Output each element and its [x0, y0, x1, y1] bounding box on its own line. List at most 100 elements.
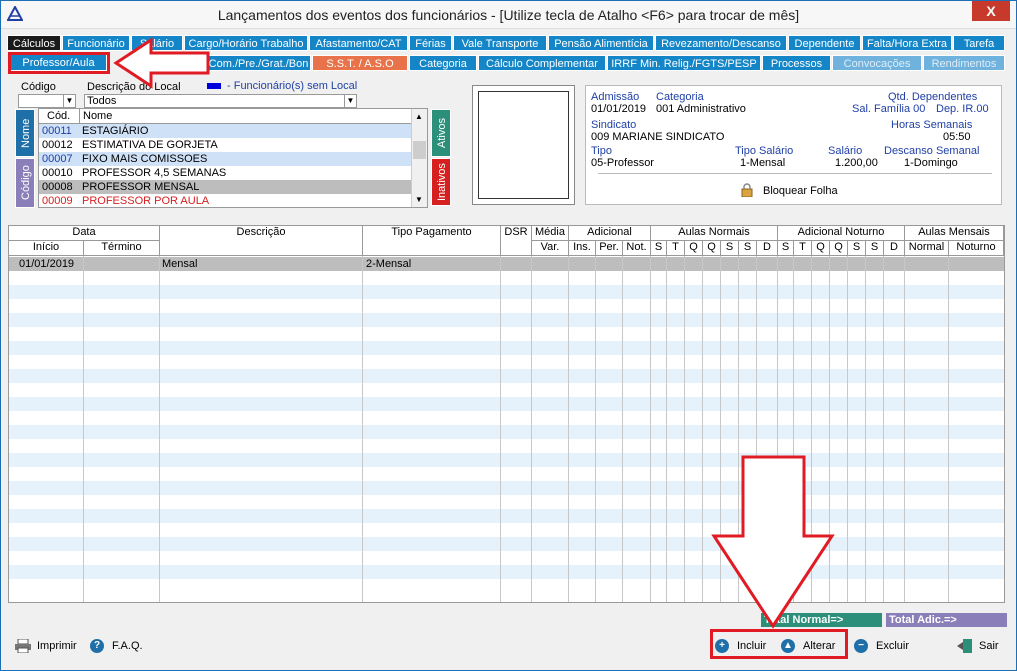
- tab-pensao[interactable]: Pensão Alimentícia: [548, 35, 654, 51]
- header-day-aulas-normais: S: [739, 241, 757, 256]
- tab-categoria[interactable]: Categoria: [409, 55, 477, 71]
- header-day-aulas-normais: Q: [685, 241, 703, 256]
- header-normal: Normal: [905, 241, 949, 256]
- printer-icon: [15, 638, 31, 654]
- header-day-aulas-normais: Q: [703, 241, 721, 256]
- window-title: Lançamentos dos eventos dos funcionários…: [217, 7, 800, 23]
- list-item[interactable]: 00011 ESTAGIÁRIO: [39, 124, 427, 138]
- header-noturno: Noturno: [949, 241, 1004, 256]
- header-day-adicional-noturno: Q: [830, 241, 848, 256]
- header-day-adicional-noturno: T: [794, 241, 812, 256]
- cell-descricao: Mensal: [162, 258, 198, 270]
- tab-afastamento[interactable]: Afastamento/CAT: [309, 35, 408, 51]
- tab-sst-aso[interactable]: S.S.T. / A.S.O: [312, 55, 408, 71]
- minus-icon: −: [854, 639, 868, 654]
- imprimir-button[interactable]: Imprimir: [15, 637, 77, 655]
- exit-door-icon: [957, 639, 972, 654]
- column-divider: [83, 256, 84, 602]
- tab-ferias[interactable]: Férias: [409, 35, 452, 51]
- column-divider: [702, 256, 703, 602]
- column-divider: [362, 256, 363, 602]
- salario-value: 1.200,00: [835, 157, 878, 169]
- excluir-button[interactable]: − Excluir: [854, 637, 909, 655]
- tab-convocacoes[interactable]: Convocações: [832, 55, 922, 71]
- tab-vale-transporte[interactable]: Vale Transporte: [453, 35, 547, 51]
- tab-dependente[interactable]: Dependente: [788, 35, 861, 51]
- list-scrollbar[interactable]: ▲ ▼: [411, 109, 427, 207]
- column-divider: [500, 256, 501, 602]
- sal-familia: Sal. Família 00: [852, 103, 926, 115]
- horas-semanais-label: Horas Semanais: [891, 119, 973, 131]
- list-item-selected[interactable]: 00008 PROFESSOR MENSAL: [39, 180, 427, 194]
- list-item[interactable]: 00012 ESTIMATIVA DE GORJETA: [39, 138, 427, 152]
- header-inicio: Início: [9, 241, 84, 256]
- header-per: Per.: [596, 241, 623, 256]
- column-divider: [865, 256, 866, 602]
- column-divider: [883, 256, 884, 602]
- descanso-semanal-label: Descanso Semanal: [884, 145, 980, 157]
- main-window: Lançamentos dos eventos dos funcionários…: [0, 0, 1017, 671]
- down-arrow-annotation-icon: [711, 455, 835, 629]
- total-adicional: Total Adic.=>: [886, 613, 1007, 627]
- chevron-down-icon[interactable]: ▼: [415, 195, 423, 204]
- chevron-up-icon[interactable]: ▲: [415, 112, 423, 121]
- list-item[interactable]: 00007 FIXO MAIS COMISSOES: [39, 152, 427, 166]
- help-icon: ?: [90, 639, 104, 654]
- chevron-down-icon: ▼: [344, 95, 356, 107]
- tab-calculos[interactable]: Cálculos: [7, 35, 61, 51]
- bloquear-folha-button[interactable]: Bloquear Folha: [763, 185, 838, 197]
- header-day-adicional-noturno: Q: [812, 241, 830, 256]
- side-tab-codigo[interactable]: Código: [15, 158, 35, 208]
- tab-falta-hora-extra[interactable]: Falta/Hora Extra: [862, 35, 952, 51]
- list-item[interactable]: 00009 PROFESSOR POR AULA: [39, 194, 427, 207]
- scroll-thumb[interactable]: [413, 141, 426, 159]
- tab-irrf-fgts[interactable]: IRRF Min. Relig./FGTS/PESP: [607, 55, 761, 71]
- header-adicional: Adicional: [569, 226, 651, 241]
- list-item[interactable]: 00010 PROFESSOR 4,5 SEMANAS: [39, 166, 427, 180]
- codigo-combo[interactable]: ▼: [18, 94, 76, 108]
- descricao-local-combo[interactable]: Todos ▼: [84, 94, 357, 108]
- header-not: Not.: [623, 241, 651, 256]
- tab-calculo-complementar[interactable]: Cálculo Complementar: [478, 55, 606, 71]
- employee-list-header: Cód. Nome: [39, 109, 427, 124]
- tab-rendimentos[interactable]: Rendimentos: [923, 55, 1005, 71]
- column-divider: [568, 256, 569, 602]
- chevron-down-icon: ▼: [63, 95, 75, 107]
- sindicato-label: Sindicato: [591, 119, 637, 131]
- employee-list[interactable]: Cód. Nome 00011 ESTAGIÁRIO 00012 ESTIMATIV…: [38, 108, 428, 208]
- highlight-box-incluir-alterar: [710, 629, 848, 659]
- col-nome-header: Nome: [83, 110, 113, 122]
- admissao-value: 01/01/2019: [591, 103, 647, 115]
- column-divider: [847, 256, 848, 602]
- descricao-local-value: Todos: [87, 95, 117, 107]
- cell-tipo-pagamento: 2-Mensal: [366, 258, 412, 270]
- descanso-semanal-value: 1-Domingo: [904, 157, 958, 169]
- header-descricao: Descrição: [160, 226, 363, 256]
- salario-label: Salário: [828, 145, 863, 157]
- side-tab-nome[interactable]: Nome: [15, 109, 35, 157]
- side-tab-inativos[interactable]: Inativos: [431, 158, 451, 206]
- faq-button[interactable]: ? F.A.Q.: [90, 637, 143, 655]
- header-media: Média: [532, 226, 569, 241]
- column-divider: [159, 256, 160, 602]
- close-button[interactable]: X: [972, 1, 1010, 21]
- header-ins: Ins.: [569, 241, 596, 256]
- sindicato-value: 009 MARIANE SINDICATO: [591, 131, 725, 143]
- eventos-grid[interactable]: Data Início Término Descrição Tipo Pagam…: [8, 225, 1005, 603]
- tab-com-pre-grat-bon[interactable]: Com./Pre./Grat./Bon: [206, 55, 311, 71]
- tab-processos[interactable]: Processos: [762, 55, 831, 71]
- header-data: Data: [9, 226, 160, 241]
- tipo-value: 05-Professor: [591, 157, 654, 169]
- sair-button[interactable]: Sair: [957, 637, 999, 655]
- header-day-aulas-normais: S: [651, 241, 667, 256]
- codigo-label: Código: [21, 81, 56, 93]
- col-cod-header: Cód.: [47, 110, 71, 122]
- column-divider: [948, 256, 949, 602]
- dep-ir: Dep. IR.00: [936, 103, 989, 115]
- side-tab-ativos[interactable]: Ativos: [431, 109, 451, 157]
- column-divider: [650, 256, 651, 602]
- tab-tarefa[interactable]: Tarefa: [953, 35, 1005, 51]
- column-divider: [904, 256, 905, 602]
- column-divider: [684, 256, 685, 602]
- tab-revezamento[interactable]: Revezamento/Descanso: [655, 35, 787, 51]
